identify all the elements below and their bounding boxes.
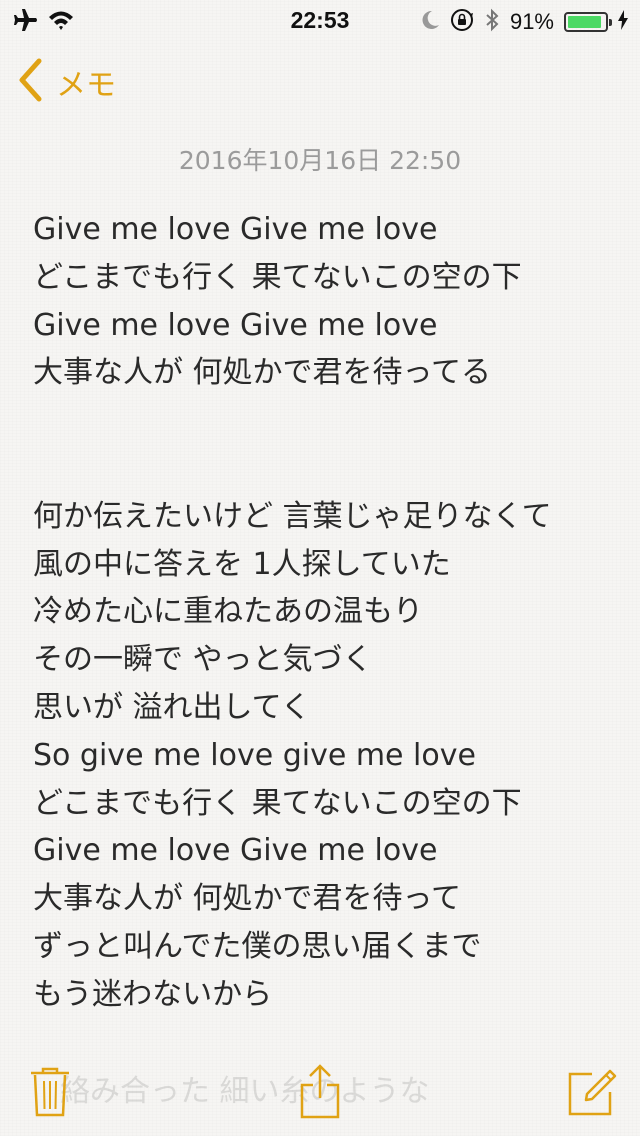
compose-icon [566, 1069, 618, 1122]
note-line: 風の中に答えを 1人探していた [33, 546, 451, 582]
note-line: 何か伝えたいけど 言葉じゃ足りなくて [33, 498, 552, 534]
note-line: ずっと叫んでた僕の思い届くまで [33, 928, 482, 964]
battery-cap [609, 19, 612, 26]
note-line: どこまでも行く 果てないこの空の下 [33, 785, 522, 821]
note-line: 冷めた心に重ねたあの温もり [33, 594, 423, 630]
battery-icon [564, 12, 612, 32]
note-line: Give me love Give me love [33, 212, 438, 247]
note-line: もう迷わないから [33, 976, 273, 1012]
note-line: Give me love Give me love [33, 833, 438, 869]
note-line [33, 445, 623, 493]
trash-icon [30, 1067, 70, 1122]
status-right: 91% [422, 8, 628, 36]
note-line: その一瞬で やっと気づく [33, 642, 373, 678]
status-bar: 22:53 91% [0, 0, 640, 40]
share-button[interactable] [298, 1064, 342, 1124]
back-label: メモ [56, 68, 116, 103]
note-body[interactable]: Give me love Give me love どこまでも行く 果てないこの… [33, 206, 623, 1019]
trash-button[interactable] [30, 1066, 70, 1122]
note-line: Give me love Give me love [33, 307, 438, 343]
charging-icon [618, 10, 628, 34]
note-line [33, 397, 623, 445]
note-line: So give me love give me love [33, 737, 476, 773]
note-line: 大事な人が 何処かで君を待って [33, 881, 462, 917]
back-button[interactable]: メモ [18, 58, 116, 106]
note-line: 思いが 溢れ出してく [33, 689, 311, 725]
note-line: 大事な人が 何処かで君を待ってる [33, 355, 492, 391]
share-icon [298, 1064, 342, 1124]
note-date: 2016年10月16日 22:50 [178, 146, 462, 175]
bottom-toolbar [0, 1060, 640, 1136]
bluetooth-icon [484, 8, 500, 36]
orientation-lock-icon [450, 8, 474, 36]
battery-fill [568, 16, 601, 28]
note-line: どこまでも行く 果てないこの空の下 [33, 259, 522, 295]
moon-icon [422, 10, 440, 34]
battery-percent: 91% [509, 9, 554, 34]
compose-button[interactable] [566, 1066, 618, 1122]
chevron-left-icon [18, 58, 42, 106]
